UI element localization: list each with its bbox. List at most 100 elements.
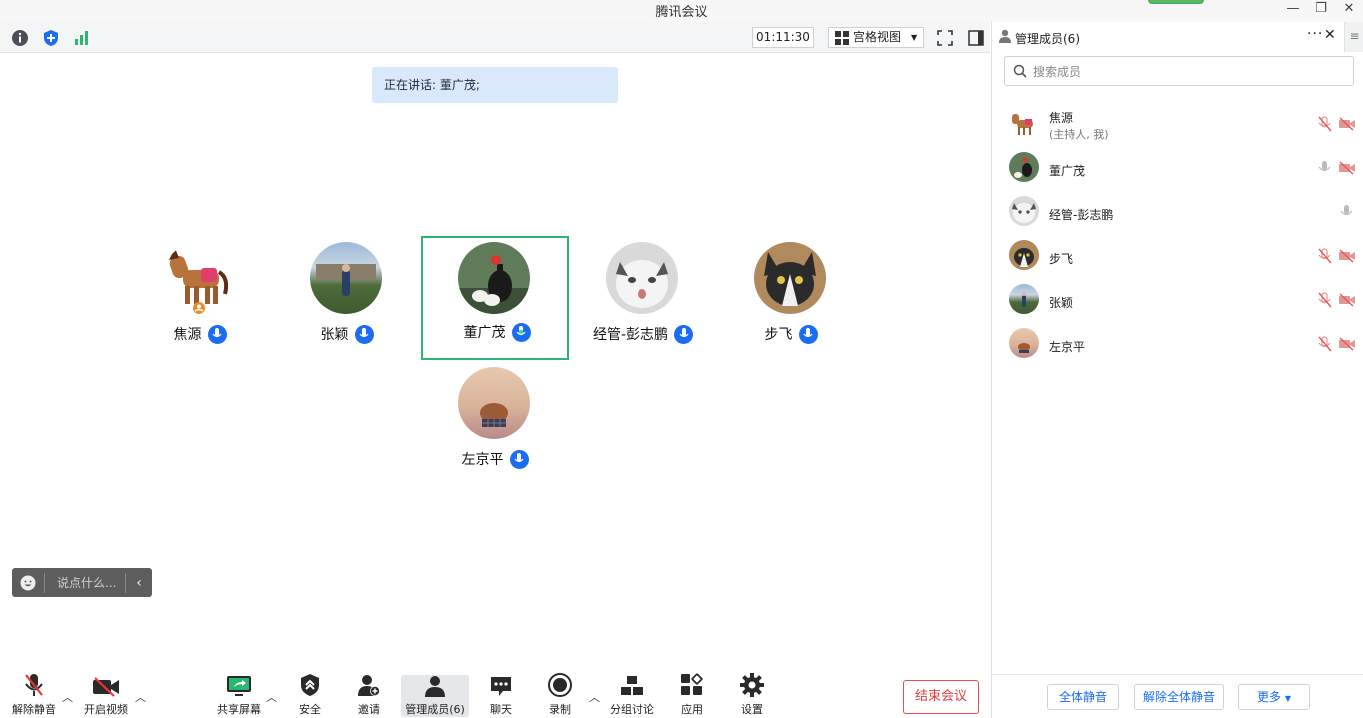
mic-muted-icon[interactable] bbox=[1316, 248, 1334, 264]
chevron-left-icon[interactable]: ‹ bbox=[126, 575, 152, 591]
record-icon bbox=[540, 671, 580, 697]
video-grid: 正在讲话: 董广茂; 焦源 张颖 董广茂 经管-彭志鹏 步飞 左京平 说点什么.… bbox=[0, 53, 990, 665]
avatar bbox=[1009, 152, 1039, 182]
video-off-icon[interactable] bbox=[1338, 248, 1356, 264]
avatar bbox=[1009, 108, 1039, 138]
close-icon[interactable]: ✕ bbox=[1336, 0, 1362, 20]
minimize-icon[interactable]: — bbox=[1280, 0, 1306, 20]
sidebar-toggle-icon[interactable] bbox=[966, 28, 986, 48]
shield-icon[interactable] bbox=[41, 28, 61, 48]
participant-name: 张颖 bbox=[320, 327, 349, 343]
avatar bbox=[458, 367, 530, 439]
chevron-down-icon: ▼ bbox=[911, 33, 918, 42]
start-video-button[interactable]: 开启视频 bbox=[80, 671, 132, 718]
view-mode-label: 宫格视图 bbox=[853, 30, 902, 44]
security-label: 安全 bbox=[299, 703, 321, 716]
mute-all-button[interactable]: 全体静音 bbox=[1047, 684, 1119, 710]
more-button[interactable]: 更多 ▼ bbox=[1238, 684, 1310, 710]
mic-muted-icon[interactable] bbox=[1316, 292, 1334, 308]
fullscreen-icon[interactable] bbox=[935, 28, 955, 48]
member-name: 步飞 bbox=[1049, 252, 1074, 266]
manage-members-button[interactable]: 管理成员(6) bbox=[401, 675, 469, 717]
mic-muted-icon[interactable] bbox=[1316, 336, 1334, 352]
member-row[interactable]: 张颖 bbox=[992, 278, 1363, 322]
apps-button[interactable]: 应用 bbox=[672, 671, 712, 718]
member-search-field[interactable]: 搜索成员 bbox=[1004, 56, 1354, 86]
active-speaker-banner: 正在讲话: 董广茂; bbox=[372, 67, 618, 103]
breakout-label: 分组讨论 bbox=[610, 703, 654, 716]
apps-icon bbox=[672, 671, 712, 697]
meeting-top-bar: 01:11:30 宫格视图 ▼ bbox=[0, 22, 990, 53]
video-off-icon[interactable] bbox=[1338, 160, 1356, 176]
avatar bbox=[1009, 196, 1039, 226]
participant-tile[interactable]: 步飞 bbox=[717, 238, 865, 358]
mic-muted-icon[interactable] bbox=[1316, 116, 1334, 132]
record-button[interactable]: 录制 bbox=[540, 671, 580, 718]
settings-button[interactable]: 设置 bbox=[732, 671, 772, 718]
member-row[interactable]: 经管-彭志鹏 bbox=[992, 190, 1363, 234]
view-mode-dropdown[interactable]: 宫格视图 ▼ bbox=[828, 27, 924, 48]
mic-icon bbox=[354, 324, 374, 344]
chat-input[interactable]: 说点什么... bbox=[45, 574, 125, 591]
close-panel-icon[interactable]: ✕ bbox=[1324, 27, 1336, 43]
info-icon[interactable] bbox=[10, 28, 30, 48]
video-off-icon bbox=[80, 671, 132, 697]
member-row[interactable]: 步飞 bbox=[992, 234, 1363, 278]
chat-icon bbox=[481, 671, 521, 697]
share-screen-icon bbox=[214, 671, 264, 697]
mic-muted-icon bbox=[8, 671, 60, 697]
avatar bbox=[606, 242, 678, 314]
avatar bbox=[1009, 284, 1039, 314]
participant-name: 步飞 bbox=[764, 327, 793, 343]
share-screen-button[interactable]: 共享屏幕 bbox=[214, 671, 264, 718]
member-name: 左京平 bbox=[1049, 340, 1086, 354]
avatar bbox=[754, 242, 826, 314]
member-row[interactable]: 焦源 (主持人, 我) bbox=[992, 102, 1363, 146]
security-button[interactable]: 安全 bbox=[290, 671, 330, 718]
unmute-label: 解除静音 bbox=[12, 703, 56, 716]
mic-icon[interactable] bbox=[1338, 204, 1356, 220]
participant-name: 左京平 bbox=[461, 452, 504, 468]
person-icon bbox=[998, 29, 1012, 46]
participant-tile-active[interactable]: 董广茂 bbox=[421, 236, 569, 360]
video-off-icon[interactable] bbox=[1338, 116, 1356, 132]
participant-tile[interactable]: 张颖 bbox=[273, 238, 421, 358]
invite-button[interactable]: 邀请 bbox=[348, 671, 390, 718]
window-title: 腾讯会议 bbox=[655, 5, 708, 20]
participant-tile[interactable]: 经管-彭志鹏 bbox=[569, 238, 717, 358]
chat-button[interactable]: 聊天 bbox=[481, 671, 521, 718]
members-panel: 管理成员(6) ··· ✕ ≡ 搜索成员 焦源 (主持人, 我) 董广茂 经管-… bbox=[991, 22, 1363, 718]
video-off-icon[interactable] bbox=[1338, 292, 1356, 308]
chevron-up-icon[interactable]: ︿ bbox=[589, 689, 600, 705]
restore-icon[interactable]: ❐ bbox=[1308, 0, 1334, 20]
end-meeting-button[interactable]: 结束会议 bbox=[903, 680, 979, 714]
unmute-button[interactable]: 解除静音 bbox=[8, 671, 60, 718]
member-row[interactable]: 左京平 bbox=[992, 322, 1363, 366]
unmute-all-button[interactable]: 解除全体静音 bbox=[1134, 684, 1224, 710]
video-off-icon[interactable] bbox=[1338, 336, 1356, 352]
invite-icon bbox=[348, 671, 390, 697]
grid-icon bbox=[835, 30, 849, 45]
breakout-button[interactable]: 分组讨论 bbox=[606, 671, 658, 718]
participant-tile[interactable]: 焦源 bbox=[126, 238, 274, 358]
chevron-up-icon[interactable]: ︿ bbox=[135, 689, 146, 705]
collapse-panel-icon[interactable]: ≡ bbox=[1344, 22, 1363, 52]
participant-tile[interactable]: 左京平 bbox=[421, 363, 569, 483]
emoji-icon[interactable] bbox=[12, 575, 44, 591]
breakout-icon bbox=[606, 671, 658, 697]
mic-icon bbox=[509, 449, 529, 469]
invite-label: 邀请 bbox=[358, 703, 380, 716]
mic-icon[interactable] bbox=[1316, 160, 1334, 176]
chevron-up-icon[interactable]: ︿ bbox=[266, 689, 277, 705]
start-video-label: 开启视频 bbox=[84, 703, 128, 716]
member-row[interactable]: 董广茂 bbox=[992, 146, 1363, 190]
chevron-up-icon[interactable]: ︿ bbox=[62, 689, 73, 705]
more-options-icon[interactable]: ··· bbox=[1307, 26, 1323, 42]
signal-icon[interactable] bbox=[72, 28, 92, 48]
mic-icon bbox=[207, 324, 227, 344]
title-bar: 腾讯会议 — ❐ ✕ bbox=[0, 0, 1363, 22]
meeting-timer: 01:11:30 bbox=[752, 27, 814, 48]
security-icon bbox=[290, 671, 330, 697]
quick-chat-bar[interactable]: 说点什么... ‹ bbox=[12, 568, 152, 597]
more-label: 更多 bbox=[1257, 690, 1282, 704]
